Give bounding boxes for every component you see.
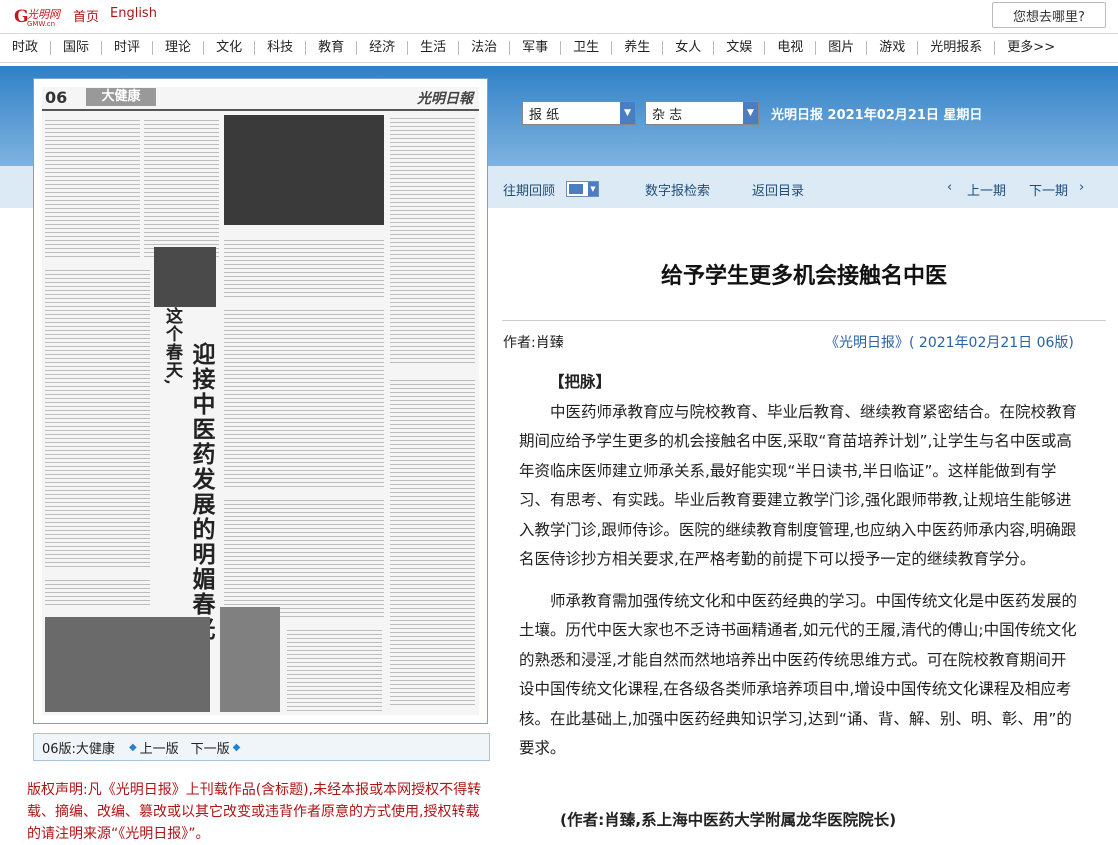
article-source[interactable]: 《光明日报》( 2021年02月21日 06版) — [825, 332, 1074, 352]
prev-issue-chevron-icon[interactable]: ‹ — [947, 180, 952, 195]
article-title: 给予学生更多机会接触名中医 — [660, 264, 947, 289]
issue-date: 光明日报 2021年02月21日 星期日 — [771, 108, 983, 123]
prev-page-link[interactable]: 上一版 — [140, 738, 179, 757]
paper-headline: 迎接中医药发展的明媚春光 — [188, 342, 215, 642]
nav-item[interactable]: 文化 — [204, 41, 256, 55]
article-author: 作者:肖臻 — [503, 335, 564, 351]
next-page-link[interactable]: 下一版 — [191, 738, 230, 757]
paper-section: 大健康 — [86, 88, 156, 106]
paper-kicker: 这个春天, — [162, 307, 182, 386]
nav-item[interactable]: 图片 — [816, 41, 868, 55]
nav-item[interactable]: 时政 — [0, 41, 52, 55]
chevron-down-icon: ▼ — [743, 102, 758, 124]
copyright-notice: 版权声明:凡《光明日报》上刊载作品(含标题),未经本报或本网授权不得转载、摘编、… — [27, 782, 482, 842]
nav-item[interactable]: 法治 — [459, 41, 511, 55]
nav-item[interactable]: 生活 — [408, 41, 460, 55]
paper-photo — [220, 607, 280, 712]
paper-page-number: 06 — [45, 88, 68, 107]
archive-link[interactable]: 往期回顾 — [503, 180, 555, 199]
site-logo[interactable]: G 光明网 GMW.cn — [14, 5, 68, 28]
article-title-area: 给予学生更多机会接触名中医 — [502, 210, 1106, 321]
paper-photo — [224, 115, 384, 225]
nav-item[interactable]: 文娱 — [714, 41, 766, 55]
english-link[interactable]: English — [110, 6, 157, 21]
paper-select-value: 报 纸 — [529, 107, 560, 123]
paper-select[interactable]: 报 纸 ▼ — [522, 101, 636, 125]
article-paragraph: 中医药师承教育应与院校教育、毕业后教育、继续教育紧密结合。在院校教育期间应给予学… — [519, 402, 1078, 569]
article-paragraph: 师承教育需加强传统文化和中医药经典的学习。中国传统文化是中医药发展的土壤。历代中… — [519, 591, 1078, 758]
nav-item[interactable]: 更多>> — [995, 41, 1067, 55]
home-link[interactable]: 首页 — [73, 6, 99, 25]
nav-item[interactable]: 国际 — [51, 41, 103, 55]
nav-item[interactable]: 游戏 — [867, 41, 919, 55]
svg-text:GMW.cn: GMW.cn — [27, 20, 55, 27]
nav-item[interactable]: 养生 — [612, 41, 664, 55]
nav-item[interactable]: 科技 — [255, 41, 307, 55]
top-bar: G 光明网 GMW.cn 首页 English 您想去哪里? — [0, 0, 1118, 33]
article-subhead: 【把脉】 — [549, 373, 612, 391]
nav-item[interactable]: 理论 — [153, 41, 205, 55]
nav-item[interactable]: 军事 — [510, 41, 562, 55]
paper-header: 06 大健康 光明日報 — [42, 87, 479, 111]
nav-item[interactable]: 教育 — [306, 41, 358, 55]
paper-photo — [154, 247, 216, 307]
nav-item[interactable]: 光明报系 — [918, 41, 996, 55]
calendar-picker[interactable]: ▼ — [566, 181, 599, 197]
newspaper-page-preview[interactable]: 06 大健康 光明日報 这个春天, 迎接中医药发展的明媚春光 — [33, 78, 488, 724]
back-to-index-link[interactable]: 返回目录 — [752, 180, 804, 199]
nav-item[interactable]: 电视 — [765, 41, 817, 55]
main-nav: 时政 国际 时评 理论 文化 科技 教育 经济 生活 法治 军事 卫生 养生 女… — [0, 33, 1118, 63]
nav-item[interactable]: 卫生 — [561, 41, 613, 55]
chevron-down-icon: ▼ — [588, 182, 598, 196]
magazine-select-value: 杂 志 — [652, 107, 683, 123]
page-pager: 06版:大健康 ◆ 上一版 下一版 ◆ — [33, 733, 490, 761]
newspaper-page-image: 06 大健康 光明日報 这个春天, 迎接中医药发展的明媚春光 — [42, 87, 479, 715]
paper-photo — [45, 617, 210, 712]
magazine-select[interactable]: 杂 志 ▼ — [645, 101, 759, 125]
prev-arrow-icon[interactable]: ◆ — [129, 742, 137, 753]
digital-search-link[interactable]: 数字报检索 — [645, 180, 710, 199]
search-input[interactable]: 您想去哪里? — [992, 2, 1106, 28]
prev-issue-link[interactable]: 上一期 — [967, 180, 1006, 199]
nav-item[interactable]: 女人 — [663, 41, 715, 55]
logo-icon: G 光明网 GMW.cn — [14, 7, 62, 28]
article-body: 【把脉】 中医药师承教育应与院校教育、毕业后教育、继续教育紧密结合。在院校教育期… — [519, 368, 1081, 764]
nav-item[interactable]: 时评 — [102, 41, 154, 55]
paper-masthead: 光明日報 — [417, 91, 473, 107]
next-arrow-icon[interactable]: ◆ — [233, 742, 241, 753]
chevron-down-icon: ▼ — [620, 102, 635, 124]
next-issue-link[interactable]: 下一期 — [1029, 180, 1068, 199]
calendar-icon — [569, 184, 583, 194]
article-signature: (作者:肖臻,系上海中医药大学附属龙华医院院长) — [560, 811, 897, 829]
next-issue-chevron-icon[interactable]: › — [1079, 180, 1084, 195]
nav-item[interactable]: 经济 — [357, 41, 409, 55]
current-page-label: 06版:大健康 — [42, 741, 115, 757]
